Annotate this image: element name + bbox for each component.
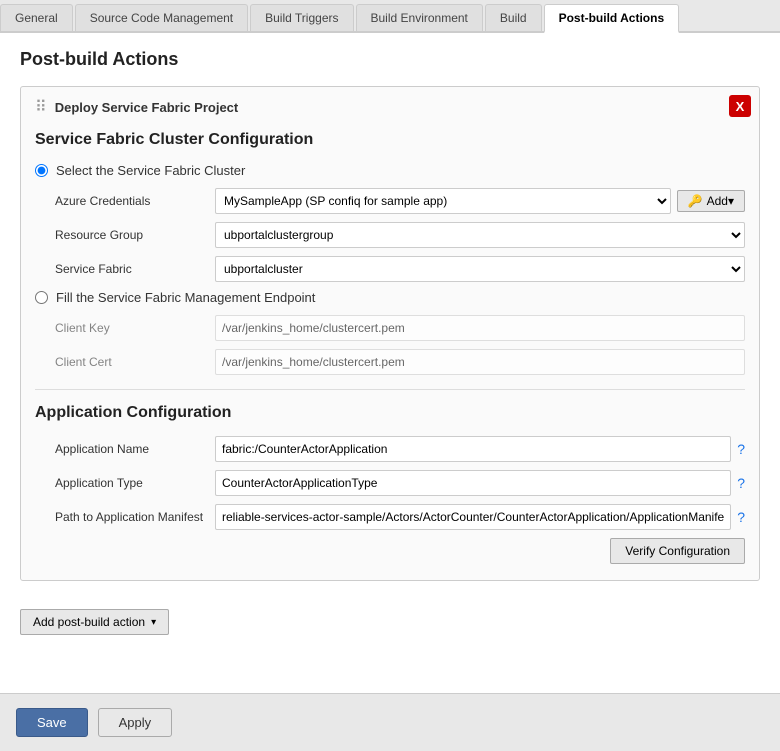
manifest-row: Path to Application Manifest ? <box>35 504 745 530</box>
app-type-label: Application Type <box>55 476 215 490</box>
resource-group-select[interactable]: ubportalclustergroup <box>215 222 745 248</box>
app-type-help-icon[interactable]: ? <box>737 475 745 491</box>
add-credentials-button[interactable]: 🔑 Add▾ <box>677 190 745 212</box>
radio-select-cluster-label: Select the Service Fabric Cluster <box>56 163 245 178</box>
apply-button[interactable]: Apply <box>98 708 173 737</box>
deploy-block-title: Deploy Service Fabric Project <box>55 100 239 115</box>
deploy-block: ⠿ Deploy Service Fabric Project X Servic… <box>20 86 760 581</box>
drag-handle-icon: ⠿ <box>35 97 47 117</box>
azure-credentials-row: Azure Credentials MySampleApp (SP confiq… <box>35 188 745 214</box>
deploy-block-header: ⠿ Deploy Service Fabric Project <box>35 97 745 117</box>
app-type-row: Application Type ? <box>35 470 745 496</box>
tab-general[interactable]: General <box>0 4 73 31</box>
radio-fill-endpoint-input[interactable] <box>35 291 48 304</box>
tab-build-triggers[interactable]: Build Triggers <box>250 4 353 31</box>
app-name-row: Application Name ? <box>35 436 745 462</box>
tab-build[interactable]: Build <box>485 4 542 31</box>
tab-scm[interactable]: Source Code Management <box>75 4 248 31</box>
add-action-label: Add post-build action <box>33 615 145 629</box>
verify-configuration-button[interactable]: Verify Configuration <box>610 538 745 564</box>
radio-fill-endpoint[interactable]: Fill the Service Fabric Management Endpo… <box>35 290 745 305</box>
cluster-config-title: Service Fabric Cluster Configuration <box>35 131 745 149</box>
app-config-title: Application Configuration <box>35 404 745 422</box>
add-post-build-action-button[interactable]: Add post-build action ▾ <box>20 609 169 635</box>
key-icon: 🔑 <box>688 194 703 208</box>
main-content: Post-build Actions ⠿ Deploy Service Fabr… <box>0 33 780 693</box>
radio-select-cluster-input[interactable] <box>35 164 48 177</box>
azure-credentials-control: MySampleApp (SP confiq for sample app) 🔑… <box>215 188 745 214</box>
dropdown-arrow-icon: ▾ <box>151 617 156 628</box>
manifest-label: Path to Application Manifest <box>55 510 215 524</box>
azure-credentials-select[interactable]: MySampleApp (SP confiq for sample app) <box>215 188 671 214</box>
footer: Save Apply <box>0 693 780 751</box>
tab-build-environment[interactable]: Build Environment <box>356 4 483 31</box>
app-type-input[interactable] <box>215 470 731 496</box>
app-name-label: Application Name <box>55 442 215 456</box>
resource-group-row: Resource Group ubportalclustergroup <box>35 222 745 248</box>
azure-credentials-label: Azure Credentials <box>55 194 215 208</box>
section-divider <box>35 389 745 390</box>
app-name-help-icon[interactable]: ? <box>737 441 745 457</box>
save-button[interactable]: Save <box>16 708 88 737</box>
tab-post-build-actions[interactable]: Post-build Actions <box>544 4 680 33</box>
page-title: Post-build Actions <box>20 49 760 70</box>
app-config-section: Application Configuration Application Na… <box>35 404 745 564</box>
app-name-input[interactable] <box>215 436 731 462</box>
service-fabric-select[interactable]: ubportalcluster <box>215 256 745 282</box>
service-fabric-row: Service Fabric ubportalcluster <box>35 256 745 282</box>
client-key-label: Client Key <box>55 321 215 335</box>
verify-btn-container: Verify Configuration <box>35 538 745 564</box>
manifest-help-icon[interactable]: ? <box>737 509 745 525</box>
service-fabric-label: Service Fabric <box>55 262 215 276</box>
tab-bar: General Source Code Management Build Tri… <box>0 0 780 33</box>
radio-select-cluster[interactable]: Select the Service Fabric Cluster <box>35 163 745 178</box>
close-deploy-block-button[interactable]: X <box>729 95 751 117</box>
add-btn-label: Add▾ <box>707 194 734 208</box>
radio-fill-endpoint-label: Fill the Service Fabric Management Endpo… <box>56 290 315 305</box>
client-cert-label: Client Cert <box>55 355 215 369</box>
client-key-row: Client Key <box>35 315 745 341</box>
resource-group-label: Resource Group <box>55 228 215 242</box>
client-cert-row: Client Cert <box>35 349 745 375</box>
client-cert-input[interactable] <box>215 349 745 375</box>
client-key-input[interactable] <box>215 315 745 341</box>
manifest-input[interactable] <box>215 504 731 530</box>
